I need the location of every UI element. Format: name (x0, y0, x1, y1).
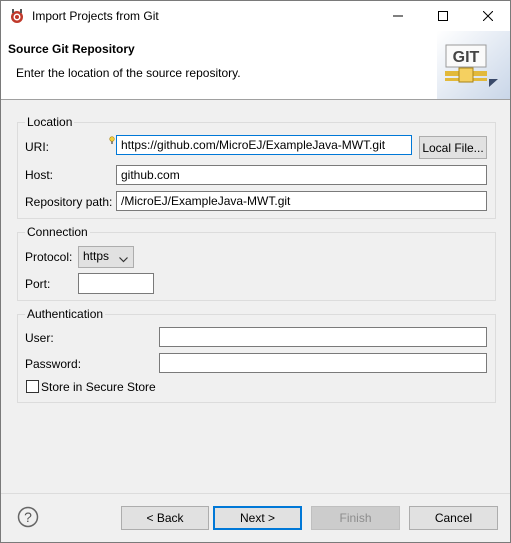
host-input[interactable] (116, 165, 487, 185)
user-label: User: (25, 331, 54, 345)
protocol-label: Protocol: (25, 250, 73, 264)
location-group-label: Location (25, 115, 75, 129)
authentication-group-label: Authentication (25, 307, 106, 321)
minimize-button[interactable] (375, 1, 420, 31)
host-label: Host: (25, 168, 54, 182)
close-button[interactable] (465, 1, 510, 31)
port-input[interactable] (78, 273, 154, 294)
cancel-button[interactable]: Cancel (409, 506, 498, 530)
title-bar: Import Projects from Git (1, 1, 510, 31)
password-input[interactable] (159, 353, 487, 373)
window-title: Import Projects from Git (32, 9, 159, 23)
connection-group-label: Connection (25, 225, 90, 239)
store-secure-checkbox[interactable] (26, 380, 39, 393)
help-icon: ? (17, 506, 39, 528)
content-assist-lightbulb-icon (109, 134, 115, 148)
app-icon (9, 8, 25, 24)
local-file-button[interactable]: Local File... (419, 136, 487, 159)
repository-path-input[interactable] (116, 191, 487, 211)
page-description: Enter the location of the source reposit… (16, 66, 241, 80)
svg-text:?: ? (24, 509, 32, 525)
import-dialog: Import Projects from Git Source Git Repo… (0, 0, 511, 543)
protocol-value: https (83, 249, 110, 263)
uri-input[interactable] (116, 135, 412, 155)
protocol-select[interactable]: https (78, 246, 134, 268)
footer-separator (1, 493, 510, 494)
minimize-icon (392, 15, 403, 17)
close-icon (482, 11, 493, 21)
back-button[interactable]: < Back (121, 506, 209, 530)
help-button[interactable]: ? (17, 506, 39, 531)
maximize-button[interactable] (420, 1, 465, 31)
next-button[interactable]: Next > (213, 506, 302, 530)
user-input[interactable] (159, 327, 487, 347)
logo-text: GIT (453, 49, 480, 66)
repository-path-label: Repository path: (25, 195, 113, 209)
chevron-down-icon (119, 252, 128, 266)
git-logo: GIT (437, 31, 510, 99)
finish-button[interactable]: Finish (311, 506, 400, 530)
uri-label: URI: (25, 140, 49, 154)
store-secure-label: Store in Secure Store (41, 380, 156, 394)
page-title: Source Git Repository (8, 42, 135, 56)
password-label: Password: (25, 357, 82, 371)
port-label: Port: (25, 277, 51, 291)
maximize-icon (437, 11, 448, 21)
wizard-banner: Source Git Repository Enter the location… (1, 31, 510, 100)
